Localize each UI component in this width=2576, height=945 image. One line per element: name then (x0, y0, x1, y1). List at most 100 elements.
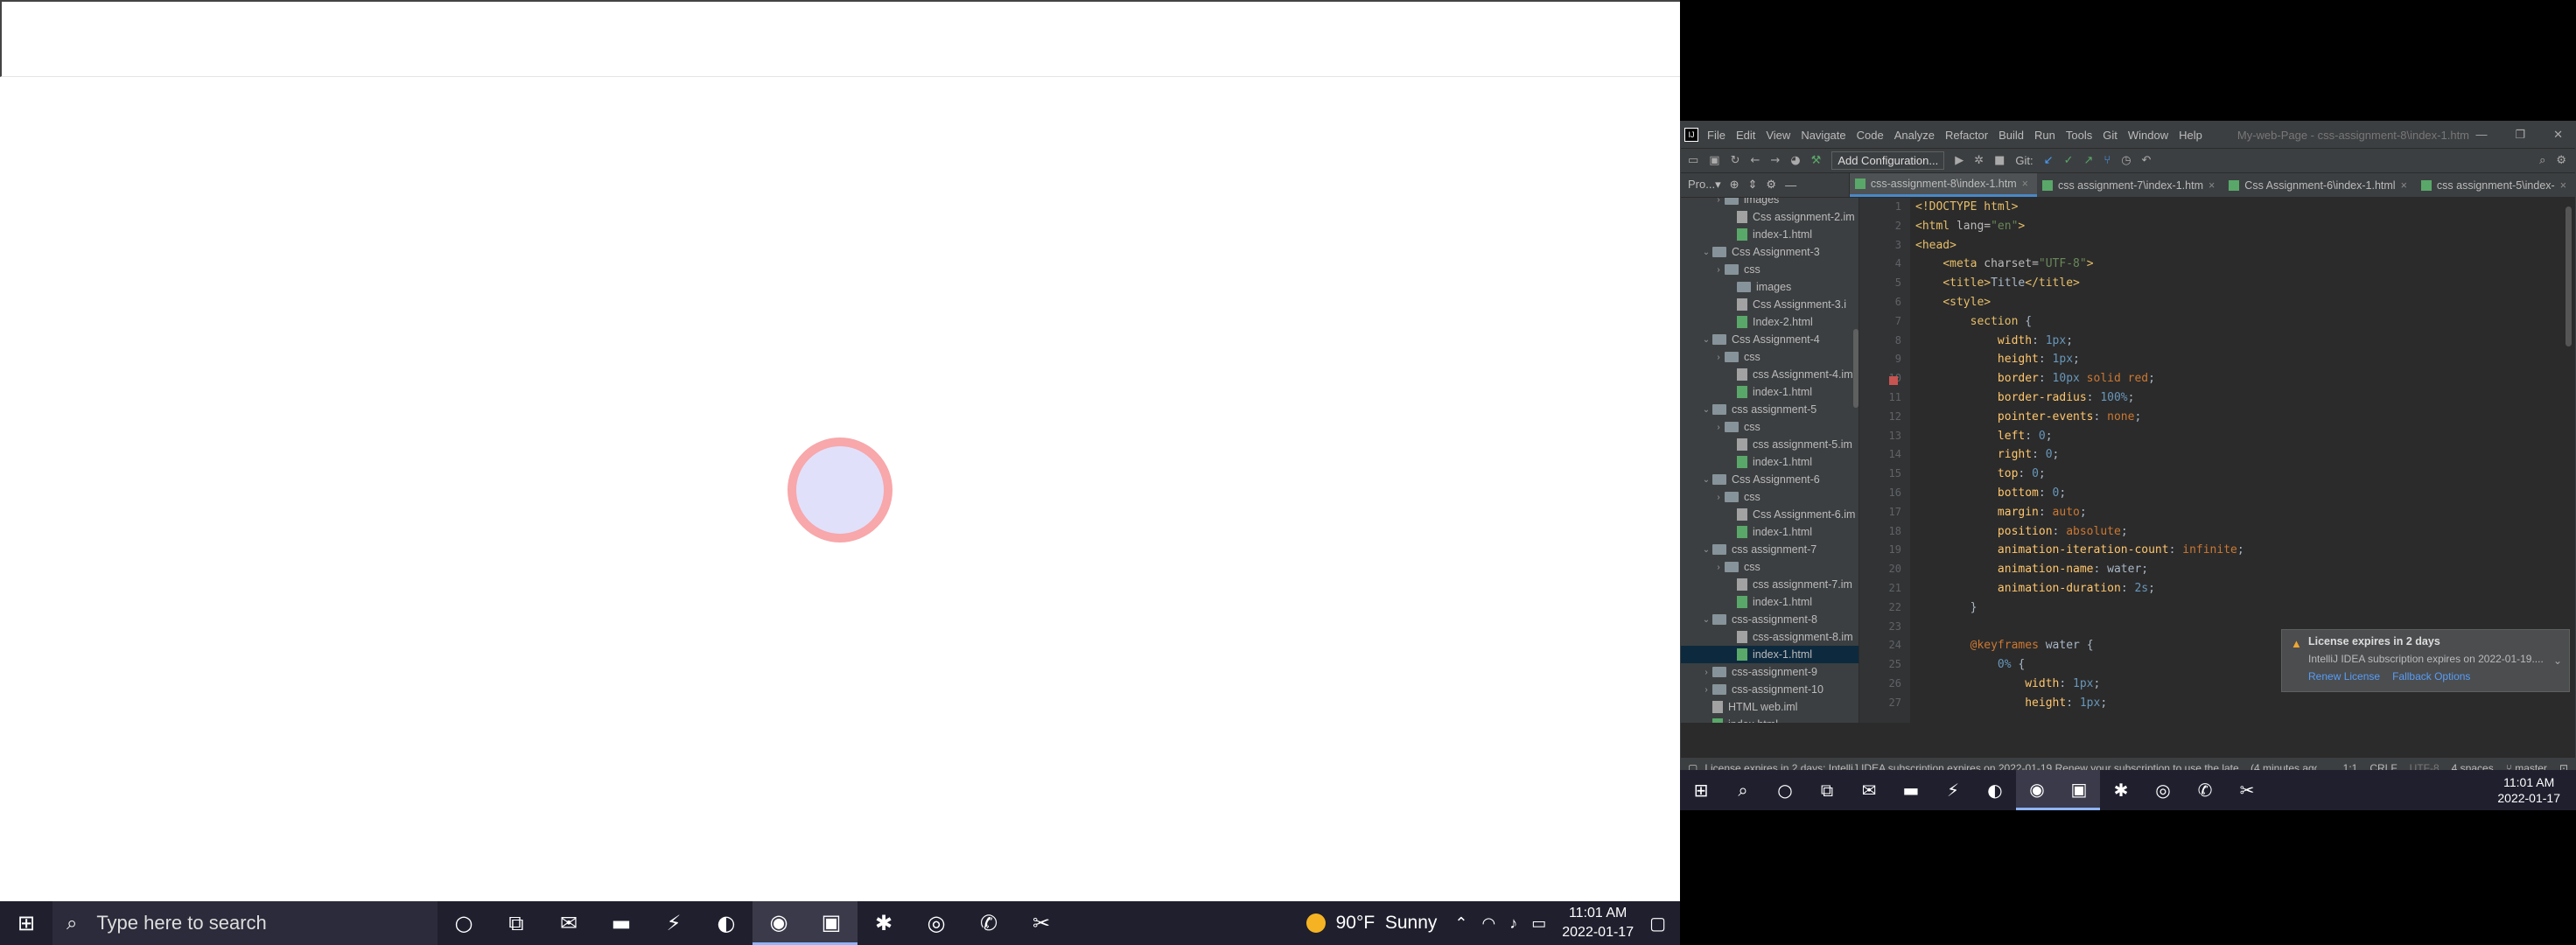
taskbar-clock[interactable]: 11:01 AM 2022-01-17 (1562, 904, 1634, 942)
git-push-icon[interactable]: ↗ (2083, 154, 2093, 167)
recorder-icon[interactable]: ◎ (2142, 770, 2184, 810)
volume-icon[interactable]: ♪ (1509, 914, 1517, 933)
tree-item[interactable]: ⌄ css assignment-7 (1681, 541, 1858, 558)
add-configuration-button[interactable]: Add Configuration... (1831, 151, 1945, 170)
tree-item[interactable]: css assignment-5.im (1681, 436, 1858, 453)
menu-navigate[interactable]: Navigate (1801, 129, 1845, 142)
intellij-icon[interactable]: ▣ (805, 901, 858, 945)
open-folder-icon[interactable]: ▭ (1688, 154, 1698, 167)
tree-item[interactable]: › css (1681, 261, 1858, 278)
weather-widget[interactable]: 90°F Sunny (1306, 913, 1437, 934)
editor-tab[interactable]: css-assignment-8\index-1.htm × (1849, 173, 2037, 197)
tree-item[interactable]: › css-assignment-10 (1681, 681, 1858, 698)
snipping-icon[interactable]: ✂ (1015, 901, 1068, 945)
taskbar-clock-right[interactable]: 11:01 AM 2022-01-17 (2497, 774, 2560, 806)
tree-item[interactable]: Css Assignment-6.im (1681, 506, 1858, 523)
close-tab-icon[interactable]: × (2208, 179, 2215, 192)
close-tab-icon[interactable]: × (2560, 179, 2566, 192)
tree-item[interactable]: index-1.html (1681, 646, 1858, 663)
notifications-icon[interactable]: ▢ (1649, 913, 1666, 934)
menu-view[interactable]: View (1766, 129, 1790, 142)
tree-item[interactable]: index-1.html (1681, 523, 1858, 541)
git-branch-icon[interactable]: ⑂ (2104, 154, 2110, 167)
tree-arrow-icon[interactable]: ⌄ (1700, 248, 1712, 257)
tree-item[interactable]: Index-2.html (1681, 313, 1858, 331)
tree-arrow-icon[interactable]: › (1712, 493, 1725, 502)
menu-code[interactable]: Code (1857, 129, 1884, 142)
tree-item[interactable]: ⌄ css-assignment-8 (1681, 611, 1858, 628)
tree-item[interactable]: › css (1681, 348, 1858, 366)
debug-icon[interactable]: ✲ (1974, 154, 1984, 167)
wifi-icon[interactable]: ◠ (1482, 914, 1496, 933)
mail-icon[interactable]: ✉ (1848, 770, 1890, 810)
tree-item[interactable]: › css (1681, 558, 1858, 576)
hide-icon[interactable]: — (1785, 178, 1796, 192)
file-explorer-icon[interactable]: ▬ (595, 901, 648, 945)
task-view-icon[interactable]: ⧉ (1806, 770, 1848, 810)
cortana-icon[interactable]: ○ (438, 901, 490, 945)
whatsapp-icon[interactable]: ✆ (2184, 770, 2226, 810)
snipping-icon[interactable]: ✂ (2226, 770, 2268, 810)
tray-chevron-icon[interactable]: ⌃ (1454, 914, 1467, 933)
tree-item[interactable]: css Assignment-4.im (1681, 366, 1858, 383)
tree-item[interactable]: › images (1681, 198, 1858, 208)
editor-scrollbar[interactable] (2566, 206, 2572, 346)
start-button[interactable]: ⊞ (0, 901, 52, 945)
start-button-right[interactable]: ⊞ (1680, 770, 1722, 810)
menu-git[interactable]: Git (2103, 129, 2118, 142)
tree-item[interactable]: › css (1681, 488, 1858, 506)
tree-item[interactable]: index.html (1681, 716, 1858, 723)
tree-arrow-icon[interactable]: ⌄ (1700, 475, 1712, 485)
tree-arrow-icon[interactable]: › (1712, 563, 1725, 572)
search-everywhere-icon[interactable]: ⌕ (2539, 154, 2545, 167)
menu-refactor[interactable]: Refactor (1945, 129, 1988, 142)
tree-arrow-icon[interactable]: › (1712, 353, 1725, 362)
rollback-icon[interactable]: ↶ (2142, 154, 2152, 167)
git-update-icon[interactable]: ↙ (2044, 154, 2054, 167)
tree-item[interactable]: ⌄ Css Assignment-6 (1681, 471, 1858, 488)
minimize-button[interactable]: — (2475, 128, 2487, 142)
battery-icon[interactable]: ▭ (1531, 914, 1546, 933)
menu-build[interactable]: Build (1998, 129, 2024, 142)
edge-icon[interactable]: ◐ (700, 901, 752, 945)
stop-icon[interactable]: ■ (1994, 154, 2005, 167)
cortana-icon[interactable]: ○ (1764, 770, 1806, 810)
tree-item[interactable]: Css assignment-2.im (1681, 208, 1858, 226)
tree-arrow-icon[interactable]: › (1700, 685, 1712, 695)
search-icon[interactable]: ⌕ (1722, 770, 1764, 810)
run-icon[interactable]: ▶ (1955, 154, 1964, 167)
intellij-icon[interactable]: ▣ (2058, 770, 2100, 810)
gear-icon[interactable]: ⚙ (1766, 178, 1776, 192)
collapse-icon[interactable]: ⇕ (1748, 178, 1758, 192)
tree-item[interactable]: images (1681, 278, 1858, 296)
back-icon[interactable]: ← (1751, 154, 1760, 167)
settings-gear-icon[interactable]: ⚙ (2556, 154, 2566, 167)
tree-arrow-icon[interactable]: › (1700, 668, 1712, 677)
locate-icon[interactable]: ⊕ (1730, 178, 1740, 192)
taskbar-search-box[interactable]: ⌕ Type here to search (52, 901, 438, 945)
renew-license-link[interactable]: Renew License (2308, 670, 2380, 682)
license-notification[interactable]: ▲ License expires in 2 days IntelliJ IDE… (2281, 629, 2570, 692)
tree-item[interactable]: › css (1681, 418, 1858, 436)
tree-item[interactable]: index-1.html (1681, 226, 1858, 243)
tree-item[interactable]: ⌄ Css Assignment-4 (1681, 331, 1858, 348)
user-icon[interactable]: ◕ (1790, 154, 1800, 167)
breakpoint-marker[interactable] (1889, 376, 1898, 385)
tree-arrow-icon[interactable]: ⌄ (1700, 545, 1712, 555)
restore-button[interactable]: ❐ (2515, 128, 2525, 142)
git-commit-icon[interactable]: ✓ (2064, 154, 2074, 167)
tree-item[interactable]: HTML web.iml (1681, 698, 1858, 716)
tree-scrollbar[interactable] (1853, 329, 1858, 408)
whatsapp-icon[interactable]: ✆ (962, 901, 1015, 945)
tree-arrow-icon[interactable]: ⌄ (1700, 615, 1712, 625)
tree-item[interactable]: css assignment-7.im (1681, 576, 1858, 593)
close-tab-icon[interactable]: × (2022, 178, 2028, 190)
chrome-icon[interactable]: ◉ (2016, 770, 2058, 810)
chrome-icon[interactable]: ◉ (752, 901, 805, 945)
tree-item[interactable]: Css Assignment-3.i (1681, 296, 1858, 313)
menu-help[interactable]: Help (2179, 129, 2202, 142)
slack-icon[interactable]: ✱ (2100, 770, 2142, 810)
mail-icon[interactable]: ✉ (542, 901, 595, 945)
tree-item[interactable]: index-1.html (1681, 593, 1858, 611)
project-dropdown[interactable]: Pro...▾ (1688, 178, 1721, 192)
